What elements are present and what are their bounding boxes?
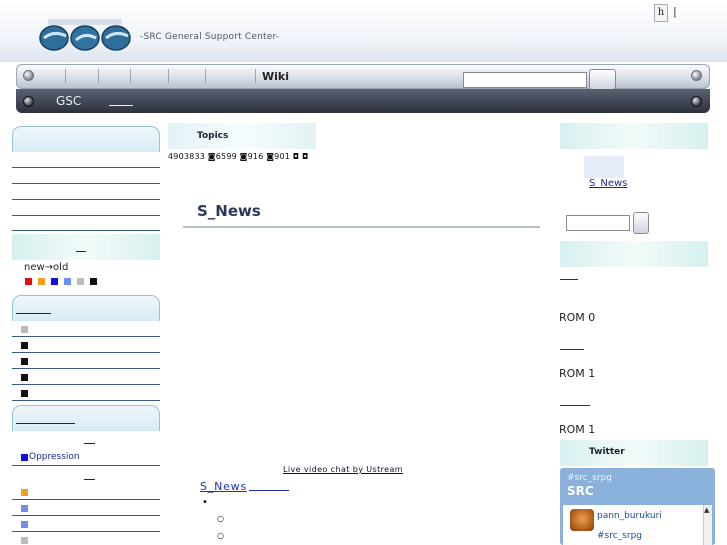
right-highlight-box xyxy=(584,156,624,178)
panel-title-link[interactable] xyxy=(16,423,75,424)
left-panel-header xyxy=(12,295,160,321)
color-legend xyxy=(25,278,97,285)
snews-link[interactable]: S_News xyxy=(200,480,247,493)
snews-link-underline xyxy=(249,490,289,491)
twitter-header xyxy=(560,440,708,466)
header-separator: | xyxy=(673,5,677,18)
room-link[interactable] xyxy=(560,279,578,280)
page: -SRC General Support Center- h | Wiki GS… xyxy=(0,0,727,545)
color-square-icon xyxy=(21,489,28,496)
nav-gsc-link[interactable]: GSC xyxy=(56,94,81,108)
list-circle: ○ xyxy=(217,531,224,540)
left-list-item[interactable] xyxy=(12,385,160,401)
room-link[interactable] xyxy=(560,349,584,350)
color-square-icon xyxy=(21,358,28,365)
left-menu-item[interactable] xyxy=(12,168,160,184)
left-panel-header xyxy=(12,126,160,152)
left-list-item[interactable] xyxy=(12,321,160,337)
oppression-label: Oppression xyxy=(29,452,80,462)
left-list-item[interactable] xyxy=(12,369,160,385)
list-bullet: • xyxy=(202,497,208,508)
category-link[interactable] xyxy=(84,479,95,480)
color-square-icon xyxy=(21,390,28,397)
bolt-icon xyxy=(691,96,702,107)
left-menu-item[interactable] xyxy=(12,152,160,168)
avatar[interactable] xyxy=(570,509,594,531)
nav-wiki-link[interactable]: Wiki xyxy=(262,70,289,83)
nav-separator xyxy=(65,69,66,83)
tweet-text[interactable]: #src_srpg xyxy=(597,531,642,541)
nav-separator xyxy=(255,69,256,83)
ustream-link[interactable]: Live video chat by Ustream xyxy=(283,465,403,474)
gsc-logo[interactable] xyxy=(38,18,132,54)
room-link[interactable] xyxy=(560,405,590,406)
color-square-icon xyxy=(21,326,28,333)
color-square-icon xyxy=(90,278,97,285)
color-square-icon xyxy=(77,278,84,285)
tweet-user[interactable]: pann_burukuri xyxy=(597,511,662,521)
left-list xyxy=(12,484,160,545)
rom-status: ROM 1 xyxy=(559,423,596,436)
search-button[interactable] xyxy=(589,69,616,90)
twitter-widget-title: SRC xyxy=(567,484,594,498)
sort-link[interactable] xyxy=(76,251,86,252)
left-list-item[interactable] xyxy=(12,532,160,545)
color-square-icon xyxy=(64,278,71,285)
bolt-icon xyxy=(23,96,34,107)
color-square-icon xyxy=(21,374,28,381)
nav-separator xyxy=(205,69,206,83)
language-button[interactable]: h xyxy=(654,4,668,22)
nav-separator xyxy=(130,69,131,83)
twitter-hashtag[interactable]: #src_srpg xyxy=(567,473,612,483)
search-input[interactable] xyxy=(463,72,587,88)
color-square-icon xyxy=(51,278,58,285)
color-square-icon xyxy=(21,537,28,544)
rom-status: ROM 0 xyxy=(559,311,596,324)
left-list-item[interactable] xyxy=(12,500,160,516)
snews-title: S_News xyxy=(197,202,261,220)
sub-nav-link[interactable] xyxy=(109,94,133,106)
twitter-label: Twitter xyxy=(589,447,625,457)
left-list-item[interactable] xyxy=(12,337,160,353)
color-square-icon xyxy=(38,278,45,285)
topics-header xyxy=(168,123,316,149)
right-search-input[interactable] xyxy=(566,215,630,231)
topics-label: Topics xyxy=(197,131,229,141)
scroll-up-icon[interactable]: ▲ xyxy=(704,506,709,514)
access-counter: 4903833 ◙6599 ◙916 ◙901 ◘ ◘ xyxy=(168,152,309,161)
sort-order-text: new→old xyxy=(24,262,69,273)
right-panel-header xyxy=(560,123,708,149)
panel-title-link[interactable] xyxy=(16,313,51,314)
list-circle: ○ xyxy=(217,514,224,523)
color-square-icon xyxy=(21,505,28,512)
color-square-icon xyxy=(25,278,32,285)
color-square-icon xyxy=(21,521,28,528)
left-panel-header xyxy=(12,405,160,431)
bolt-icon xyxy=(691,70,702,81)
oppression-item[interactable]: Oppression xyxy=(21,452,80,462)
site-tagline: -SRC General Support Center- xyxy=(140,32,280,42)
nav-separator xyxy=(98,69,99,83)
rom-status: ROM 1 xyxy=(559,367,596,380)
color-square-icon xyxy=(21,342,28,349)
divider xyxy=(12,465,160,466)
bolt-icon xyxy=(23,70,34,81)
right-search-button[interactable] xyxy=(633,212,649,234)
nav-separator xyxy=(168,69,169,83)
left-menu-item[interactable] xyxy=(12,200,160,216)
left-menu-item[interactable] xyxy=(12,215,160,231)
color-square-icon xyxy=(21,453,28,461)
right-snews-link[interactable]: S_News xyxy=(589,178,627,189)
left-list xyxy=(12,321,160,401)
left-list-item[interactable] xyxy=(12,516,160,532)
left-list-item[interactable] xyxy=(12,484,160,500)
right-panel-header xyxy=(560,241,708,267)
left-sort-bar xyxy=(12,234,160,260)
left-menu-item[interactable] xyxy=(12,184,160,200)
divider xyxy=(183,226,540,228)
left-list-item[interactable] xyxy=(12,353,160,369)
category-link[interactable] xyxy=(84,443,95,444)
